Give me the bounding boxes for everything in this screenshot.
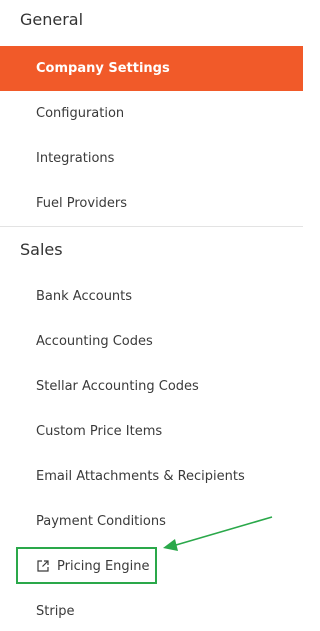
external-link-icon: [37, 560, 49, 572]
sidebar-item-stripe[interactable]: Stripe: [0, 589, 303, 631]
sidebar-item-configuration[interactable]: Configuration: [0, 91, 303, 136]
sidebar-item-fuel-providers[interactable]: Fuel Providers: [0, 181, 303, 226]
sidebar-item-accounting-codes[interactable]: Accounting Codes: [0, 319, 303, 364]
sidebar-item-pricing-engine[interactable]: Pricing Engine: [0, 544, 303, 589]
section-title-sales: Sales: [20, 240, 63, 259]
sidebar-item-custom-price-items[interactable]: Custom Price Items: [0, 409, 303, 454]
sidebar-item-bank-accounts[interactable]: Bank Accounts: [0, 274, 303, 319]
sidebar-item-stellar-accounting-codes[interactable]: Stellar Accounting Codes: [0, 364, 303, 409]
section-title-general: General: [20, 10, 84, 29]
sidebar-item-company-settings[interactable]: Company Settings: [0, 46, 303, 91]
section-divider: [0, 226, 303, 227]
sidebar-item-integrations[interactable]: Integrations: [0, 136, 303, 181]
sidebar-item-payment-conditions[interactable]: Payment Conditions: [0, 499, 303, 544]
sidebar-item-label: Pricing Engine: [57, 559, 150, 574]
settings-sidebar: General Company Settings Configuration I…: [0, 0, 303, 631]
sidebar-item-email-attachments-recipients[interactable]: Email Attachments & Recipients: [0, 454, 303, 499]
